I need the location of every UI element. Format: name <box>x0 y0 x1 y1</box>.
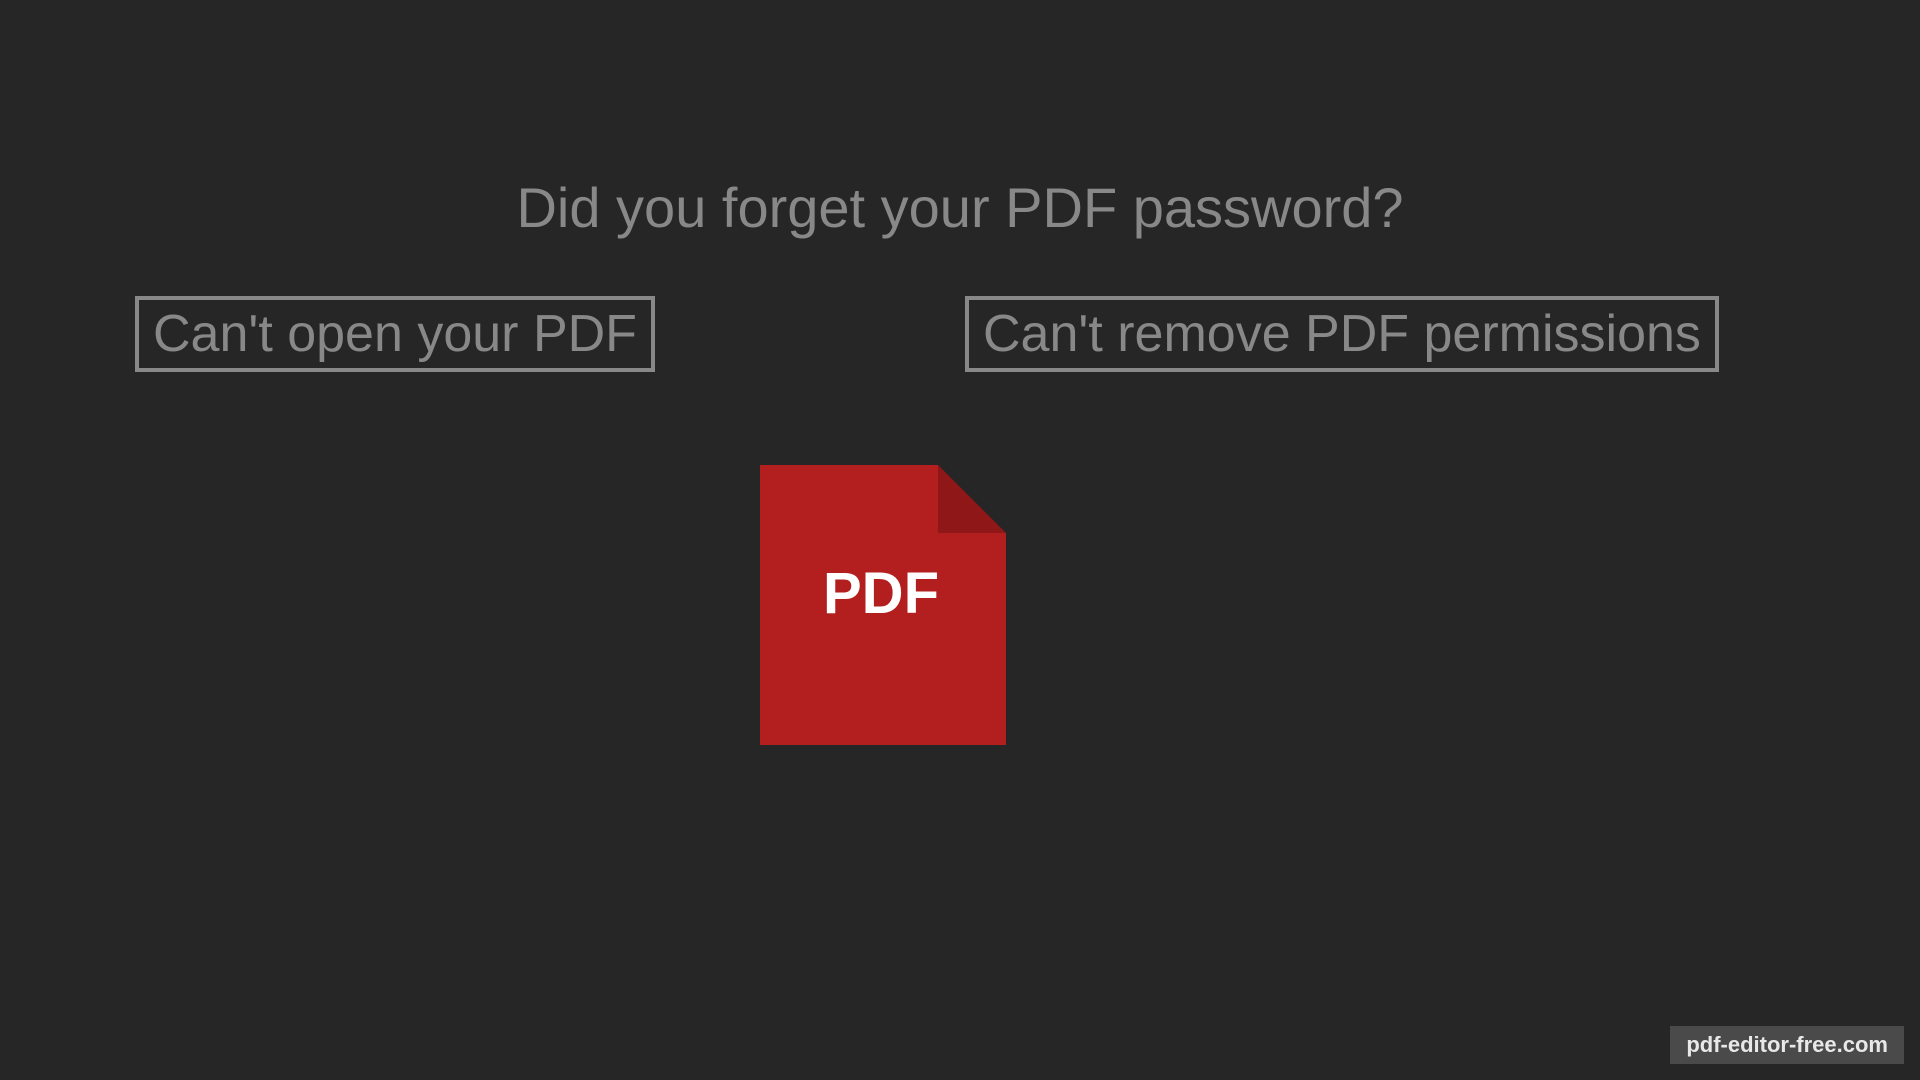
box-left-label: Can't open your PDF <box>153 305 637 363</box>
pdf-file-icon: PDF <box>760 465 1040 760</box>
page-heading: Did you forget your PDF password? <box>516 175 1403 240</box>
box-right-label: Can't remove PDF permissions <box>983 305 1701 363</box>
box-cant-open: Can't open your PDF <box>135 296 655 372</box>
pdf-icon-label: PDF <box>760 560 1002 627</box>
box-cant-remove-permissions: Can't remove PDF permissions <box>965 296 1719 372</box>
footer-brand-label: pdf-editor-free.com <box>1670 1026 1904 1064</box>
